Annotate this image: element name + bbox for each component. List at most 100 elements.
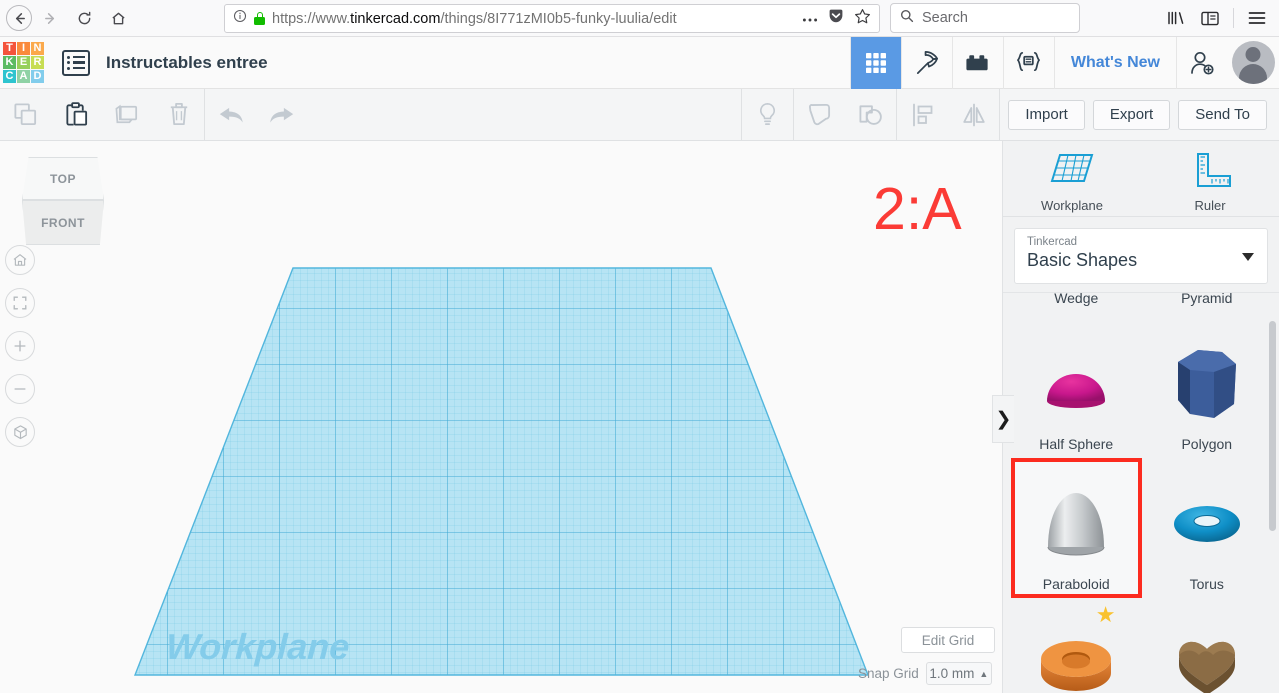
workplane-tool-label: Workplane [1041, 197, 1103, 213]
view-cube[interactable]: TOP FRONT [22, 157, 104, 247]
browser-search-bar[interactable]: Search [890, 3, 1080, 33]
padlock-secure-icon [254, 12, 265, 25]
workplane-tool[interactable]: Workplane [1003, 141, 1141, 216]
list-menu-icon[interactable] [62, 49, 90, 76]
shape-library-supertitle: Tinkercad [1027, 236, 1078, 248]
ruler-tool[interactable]: Ruler [1141, 141, 1279, 216]
shape-label: Paraboloid [1042, 576, 1110, 592]
lightbulb-hint-icon[interactable] [742, 89, 793, 141]
codeblocks-icon[interactable] [1002, 36, 1054, 89]
library-icon[interactable] [1160, 3, 1192, 33]
search-input-placeholder[interactable]: Search [922, 10, 968, 26]
zoom-in-icon[interactable] [5, 331, 35, 361]
pocket-icon[interactable] [828, 8, 844, 29]
ellipsis-icon[interactable] [802, 10, 818, 28]
annotation-2a: 2:A [873, 176, 962, 242]
mirror-flip-icon[interactable] [948, 89, 999, 141]
group-icon[interactable] [794, 89, 845, 141]
shape-label: Polygon [1181, 436, 1233, 452]
shapes-panel: Workplane Ruler Tinkercad Basic Shapes W… [1002, 141, 1279, 693]
ungroup-icon[interactable] [845, 89, 896, 141]
minecraft-pickaxe-icon[interactable] [900, 36, 952, 89]
home-view-icon[interactable] [5, 245, 35, 275]
shape-cell-paraboloid[interactable]: Paraboloid [1011, 458, 1142, 598]
browser-toolbar: https://www.tinkercad.com/things/8I771zM… [0, 0, 1279, 37]
view-cube-top-face[interactable]: TOP [22, 157, 104, 200]
workplane-label: Workplane [164, 626, 351, 667]
shape-cell-polygon[interactable]: Polygon [1142, 318, 1273, 458]
shapes-scroll-area[interactable]: Wedge Pyramid Half Sphere Polygon Parabo… [1003, 292, 1279, 693]
import-button[interactable]: Import [1008, 99, 1085, 130]
snap-grid-select[interactable]: 1.0 mm ▲ [925, 662, 992, 685]
delete-trash-icon[interactable] [153, 89, 204, 141]
browser-nav-buttons [0, 2, 134, 34]
hamburger-menu-icon[interactable] [1241, 3, 1273, 33]
url-bar[interactable]: https://www.tinkercad.com/things/8I771zM… [224, 4, 880, 33]
logo-tile-k: K [3, 56, 16, 69]
whats-new-link[interactable]: What's New [1053, 36, 1176, 89]
logo-tile-e: E [17, 56, 30, 69]
polygon-thumbnail [1170, 338, 1244, 430]
editor-toolbar: Import Export Send To [0, 88, 1279, 141]
view-cube-front-face[interactable]: FRONT [22, 200, 104, 245]
redo-icon[interactable] [256, 89, 307, 141]
reload-icon[interactable] [68, 2, 100, 34]
info-icon[interactable] [233, 9, 247, 28]
home-icon[interactable] [102, 2, 134, 34]
send-to-button[interactable]: Send To [1178, 99, 1267, 130]
add-person-icon[interactable] [1176, 36, 1227, 89]
heart-thumbnail [1165, 618, 1249, 693]
paste-icon[interactable] [51, 89, 102, 141]
shape-library-value: Basic Shapes [1027, 250, 1138, 270]
panel-tools-row: Workplane Ruler [1003, 141, 1279, 217]
shape-cell-heart[interactable]: Heart [1142, 598, 1273, 693]
page-title: Instructables entree [106, 52, 268, 72]
shape-library-dropdown[interactable]: Tinkercad Basic Shapes [1014, 228, 1268, 284]
edit-actions-group [0, 89, 204, 141]
shape-cell-half-sphere[interactable]: Half Sphere [1011, 318, 1142, 458]
forward-arrow-icon[interactable] [34, 2, 66, 34]
snap-grid-control: Snap Grid 1.0 mm ▲ [858, 662, 992, 685]
shape-cell-pyramid[interactable]: Pyramid [1142, 292, 1273, 318]
panel-collapse-toggle[interactable]: ❯ [992, 395, 1014, 443]
star-outline-icon[interactable] [854, 8, 871, 30]
logo-tile-d: D [31, 70, 44, 83]
avatar[interactable] [1227, 37, 1279, 89]
logo-tile-t: T [3, 42, 16, 55]
edit-grid-button[interactable]: Edit Grid [901, 627, 995, 653]
zoom-out-icon[interactable] [5, 374, 35, 404]
copy-icon[interactable] [0, 89, 51, 141]
view-cube-top-label: TOP [50, 171, 76, 186]
grid-gallery-icon[interactable] [849, 36, 901, 89]
snap-grid-value: 1.0 mm [929, 666, 975, 681]
shape-label: Half Sphere [1039, 436, 1114, 452]
back-arrow-icon[interactable] [6, 5, 32, 31]
url-bar-actions [802, 8, 871, 30]
url-text[interactable]: https://www.tinkercad.com/things/8I771zM… [272, 11, 795, 27]
tinkercad-logo[interactable]: T I N K E R C A D [3, 42, 44, 83]
duplicate-icon[interactable] [102, 89, 153, 141]
fit-to-view-icon[interactable] [5, 288, 35, 318]
paraboloid-thumbnail [1038, 478, 1114, 570]
sidebar-icon[interactable] [1194, 3, 1226, 33]
shapes-grid: Wedge Pyramid Half Sphere Polygon Parabo… [1003, 292, 1279, 693]
shape-cell-torus[interactable]: Torus [1142, 458, 1273, 598]
chrome-divider [1233, 8, 1234, 28]
history-group [205, 89, 307, 141]
align-icon[interactable] [897, 89, 948, 141]
export-button[interactable]: Export [1092, 99, 1171, 130]
shape-label: Pyramid [1181, 292, 1233, 306]
toolbar-divider [999, 88, 1001, 141]
logo-tile-r: R [31, 56, 44, 69]
shape-cell-wedge[interactable]: Wedge [1011, 292, 1142, 318]
lego-brick-icon[interactable] [951, 36, 1003, 89]
snap-grid-label: Snap Grid [858, 666, 919, 681]
toolbar-right-group: Import Export Send To [741, 88, 1279, 141]
panel-scrollbar[interactable] [1269, 321, 1276, 531]
undo-icon[interactable] [205, 89, 256, 141]
shape-cell-tube[interactable]: ★ Tube [1011, 598, 1142, 693]
perspective-toggle-icon[interactable] [5, 417, 35, 447]
workplane-grid[interactable] [0, 141, 1002, 693]
chevron-down-icon[interactable] [1242, 253, 1254, 261]
3d-canvas[interactable]: Workplane TOP FRONT 2:A Edit Grid Snap G… [0, 141, 1002, 693]
